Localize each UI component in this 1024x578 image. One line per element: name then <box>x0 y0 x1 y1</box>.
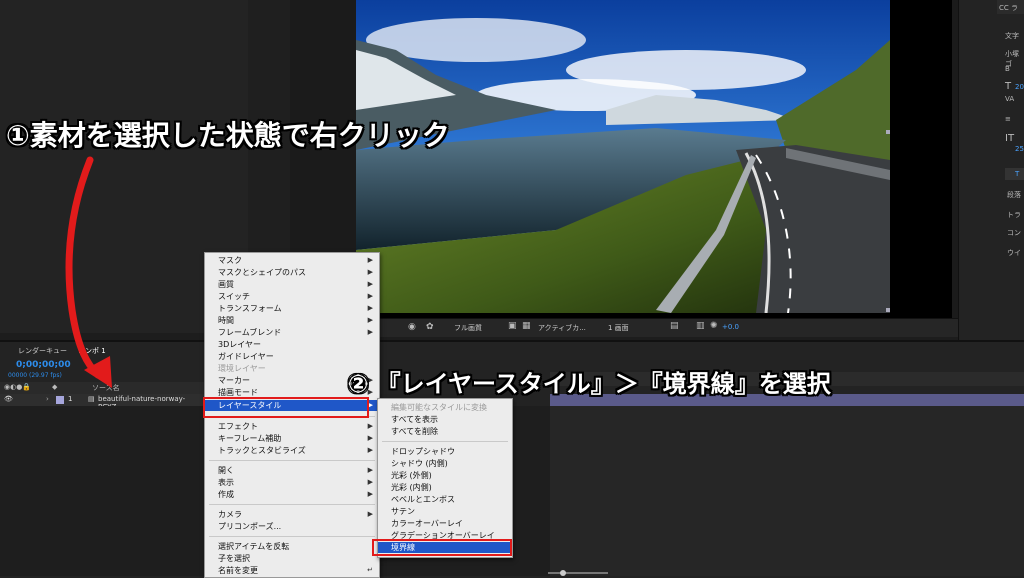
menu-item-select-children[interactable]: 子を選択 <box>205 553 379 564</box>
menu-item-precompose[interactable]: プリコンポーズ... <box>205 521 379 532</box>
menu-separator <box>209 536 375 537</box>
menu-item-effect[interactable]: エフェクト ▶ <box>205 421 379 432</box>
annotation-arrow <box>65 156 112 388</box>
menu-separator <box>209 460 375 461</box>
camera-select[interactable]: アクティブカ... <box>538 323 586 333</box>
transform-handle[interactable] <box>886 308 890 312</box>
landscape-photo <box>356 0 890 313</box>
visibility-icon[interactable]: 👁 <box>4 395 13 403</box>
submenu-item-remove-all[interactable]: すべてを削除 <box>378 426 512 437</box>
submenu-item-bevel-emboss[interactable]: ベベルとエンボス <box>378 494 512 505</box>
menu-item-reveal[interactable]: 表示 ▶ <box>205 477 379 488</box>
highlight-box-stroke <box>372 539 512 556</box>
view-layout-select[interactable]: 1 画面 <box>608 323 629 333</box>
layer-preview-image[interactable] <box>356 0 890 313</box>
panel-title: CC ラ <box>999 4 1019 12</box>
tracker-tab[interactable]: トラ <box>1007 210 1021 220</box>
submenu-item-satin[interactable]: サテン <box>378 506 512 517</box>
annotation-step2: ② 『レイヤースタイル』＞『境界線』を選択 <box>348 370 831 398</box>
region-icon[interactable]: ▣ <box>508 321 517 331</box>
menu-item-track-stabilize[interactable]: トラックとスタビライズ ▶ <box>205 445 379 456</box>
wiggler-tab[interactable]: ウイ <box>1007 248 1021 258</box>
paragraph-tab[interactable]: 段落 <box>1007 190 1021 200</box>
submenu-item-inner-glow[interactable]: 光彩 (内側) <box>378 482 512 493</box>
menu-item-guide-layer[interactable]: ガイドレイヤー <box>205 351 379 362</box>
submenu-item-outer-glow[interactable]: 光彩 (外側) <box>378 470 512 481</box>
preview-icon[interactable]: ▤ <box>670 321 679 331</box>
layer-styles-submenu: 編集可能なスタイルに変換 すべてを表示 すべてを削除 ドロップシャドウ シャドウ… <box>377 398 513 558</box>
menu-item-switches[interactable]: スイッチ ▶ <box>205 291 379 302</box>
panel-tab[interactable]: CC ラ <box>997 0 1024 14</box>
menu-separator <box>382 441 508 442</box>
menu-separator <box>209 504 375 505</box>
menu-item-time[interactable]: 時間 ▶ <box>205 315 379 326</box>
expand-icon[interactable]: › <box>46 395 49 403</box>
menu-item-open[interactable]: 開く ▶ <box>205 465 379 476</box>
kerning-icon: VA <box>1005 95 1015 103</box>
font-style[interactable]: B <box>1005 65 1010 73</box>
timeline-track-area <box>550 406 1024 576</box>
menu-item-mask-shape-path[interactable]: マスクとシェイプのパス ▶ <box>205 267 379 278</box>
font-size-value[interactable]: 20 <box>1015 83 1024 91</box>
quality-select[interactable]: フル画質 <box>454 323 482 333</box>
menu-item-3d-layer[interactable]: 3Dレイヤー <box>205 339 379 350</box>
label-icon: ◆ <box>52 383 58 391</box>
menu-item-create[interactable]: 作成 ▶ <box>205 489 379 500</box>
exposure-value[interactable]: +0.0 <box>722 323 739 331</box>
font-size-icon: T <box>1005 81 1012 92</box>
fast-preview-icon[interactable]: ▥ <box>696 321 705 331</box>
menu-item-quality[interactable]: 画質 ▶ <box>205 279 379 290</box>
submenu-item-inner-shadow[interactable]: シャドウ (内側) <box>378 458 512 469</box>
frame-count: 00000 (29.97 fps) <box>8 372 62 379</box>
menu-item-transform[interactable]: トランスフォーム ▶ <box>205 303 379 314</box>
menu-item-camera[interactable]: カメラ ▶ <box>205 509 379 520</box>
lines-icon: ≡ <box>1005 115 1011 123</box>
submenu-item-drop-shadow[interactable]: ドロップシャドウ <box>378 446 512 457</box>
menu-item-invert-selection[interactable]: 選択アイテムを反転 <box>205 541 379 552</box>
av-switches-icon: ◉◐●🔒 <box>4 383 32 391</box>
menu-item-frame-blend[interactable]: フレームブレンド ▶ <box>205 327 379 338</box>
transform-handle[interactable] <box>886 130 890 134</box>
grid-icon[interactable]: ▦ <box>522 321 531 331</box>
menu-item-keyframe-assistant[interactable]: キーフレーム補助 ▶ <box>205 433 379 444</box>
highlight-box-layer-styles <box>203 397 369 418</box>
menu-item-rename[interactable]: 名前を変更 ↵ <box>205 565 379 576</box>
exposure-icon[interactable]: ✺ <box>710 321 718 331</box>
character-panel: CC ラ 文字 小塚ゴ B T 20 VA ≡ IT 25 T 段落 トラ コン… <box>958 0 1024 340</box>
menu-item-mask[interactable]: マスク ▶ <box>205 255 379 266</box>
character-label: 文字 <box>1005 32 1019 40</box>
viewer-toolbar: ◉ ✿ フル画質 ▣ ▦ アクティブカ... 1 画面 ▤ ▥ ✺ +0.0 <box>290 318 958 337</box>
content-tab[interactable]: コン <box>1007 228 1021 238</box>
scale-value[interactable]: 25 <box>1015 145 1024 153</box>
annotation-step1: ①素材を選択した状態で右クリック <box>6 119 450 152</box>
vertical-scale-icon: IT <box>1005 133 1015 144</box>
color-icon[interactable]: ✿ <box>426 322 434 332</box>
faux-style-button[interactable]: T <box>1005 168 1024 180</box>
camera-icon[interactable]: ◉ <box>408 322 416 332</box>
submenu-item-color-overlay[interactable]: カラーオーバーレイ <box>378 518 512 529</box>
zoom-slider[interactable] <box>540 570 620 576</box>
submenu-item-show-all[interactable]: すべてを表示 <box>378 414 512 425</box>
submenu-item-convert-editable: 編集可能なスタイルに変換 <box>391 403 487 412</box>
